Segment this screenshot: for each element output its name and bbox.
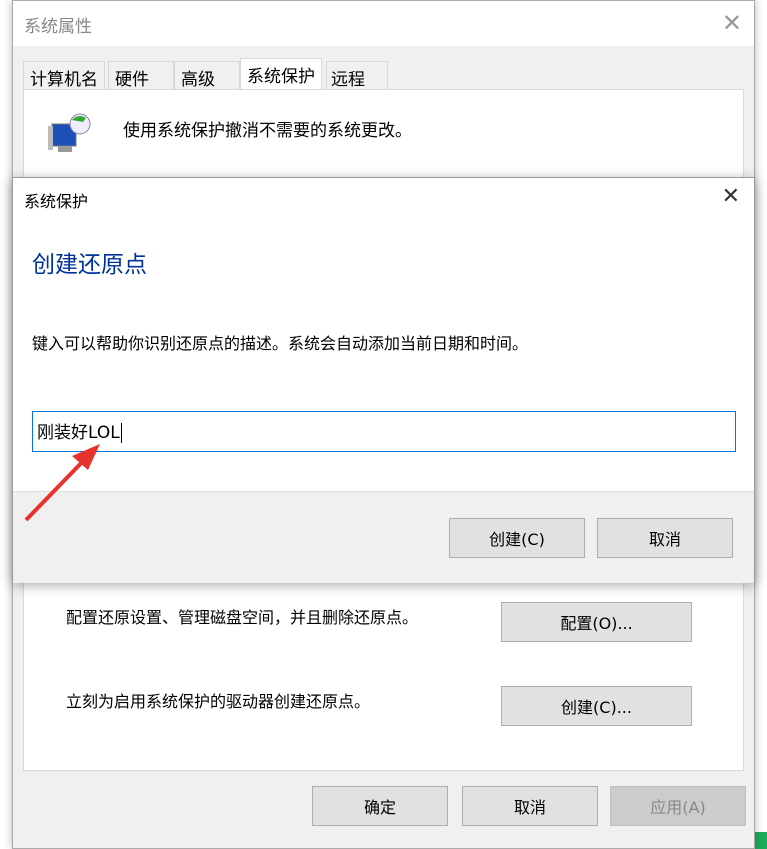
title-bar: 系统属性 ✕	[13, 1, 754, 46]
tab-system-protection[interactable]: 系统保护	[240, 58, 322, 90]
create-text: 立刻为启用系统保护的驱动器创建还原点。	[66, 692, 371, 711]
apply-button[interactable]: 应用(A)	[610, 786, 746, 826]
tab-hardware[interactable]: 硬件	[108, 61, 174, 90]
intro-text: 使用系统保护撤消不需要的系统更改。	[123, 121, 412, 141]
tab-remote[interactable]: 远程	[326, 61, 388, 90]
system-protection-icon	[48, 112, 94, 158]
restore-point-description-input[interactable]: 刚装好LOL	[32, 411, 736, 452]
dialog-create-button[interactable]: 创建(C)	[449, 518, 585, 558]
create-restore-point-dialog: 系统保护 ✕ 创建还原点 键入可以帮助你识别还原点的描述。系统会自动添加当前日期…	[12, 177, 755, 583]
configure-button[interactable]: 配置(O)...	[501, 602, 692, 642]
dialog-heading: 创建还原点	[32, 252, 147, 278]
dialog-cancel-button[interactable]: 取消	[597, 518, 733, 558]
cancel-button[interactable]: 取消	[462, 786, 598, 826]
tab-advanced[interactable]: 高级	[174, 61, 240, 90]
configure-text: 配置还原设置、管理磁盘空间，并且删除还原点。	[66, 608, 419, 627]
ok-button[interactable]: 确定	[312, 786, 448, 826]
dialog-description: 键入可以帮助你识别还原点的描述。系统会自动添加当前日期和时间。	[32, 334, 529, 353]
window-title: 系统属性	[24, 17, 92, 37]
create-restore-point-button[interactable]: 创建(C)...	[501, 686, 692, 726]
dialog-close-icon[interactable]: ✕	[722, 184, 740, 209]
red-arrow-annotation	[24, 444, 100, 522]
close-icon[interactable]: ✕	[722, 9, 742, 37]
dialog-title: 系统保护	[24, 192, 89, 211]
tab-computer-name[interactable]: 计算机名	[23, 61, 105, 90]
dialog-footer: 创建(C) 取消	[13, 491, 754, 583]
